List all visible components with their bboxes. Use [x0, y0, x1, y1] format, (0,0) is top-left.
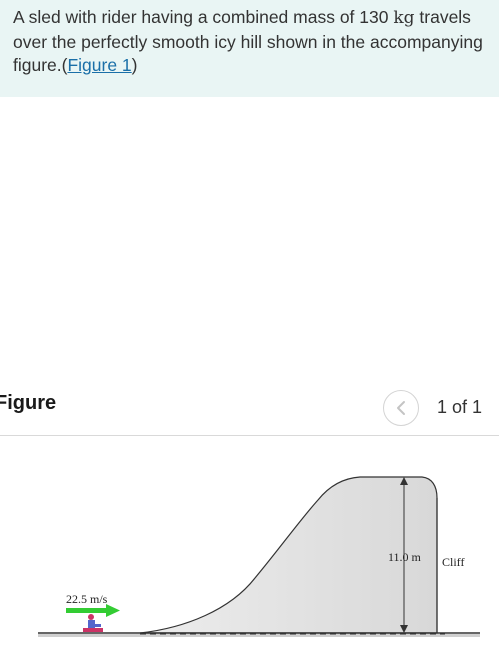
sled-rider: [83, 614, 103, 632]
mass-unit: kg: [393, 8, 415, 28]
velocity-arrow-shaft: [66, 608, 106, 613]
problem-text: A sled with rider having a combined mass…: [13, 6, 489, 78]
height-label: 11.0 m: [388, 550, 422, 564]
figure-title: Figure: [0, 392, 57, 414]
problem-statement-box: A sled with rider having a combined mass…: [0, 0, 499, 97]
hill-diagram: 11.0 m Cliff 22.5 m/s: [38, 476, 480, 637]
figure-header: Figure 1 of 1: [0, 386, 499, 436]
page-indicator: 1 of 1: [437, 397, 483, 417]
figure-link[interactable]: Figure 1: [67, 55, 131, 75]
speed-label: 22.5 m/s: [66, 592, 108, 606]
problem-text-part: ): [131, 55, 138, 75]
cliff-label: Cliff: [442, 555, 464, 569]
velocity-arrow-head: [106, 604, 120, 617]
previous-figure-button[interactable]: [383, 390, 419, 426]
problem-text-part: A sled with rider having a combined mass…: [13, 7, 394, 27]
hill-figure: 11.0 m Cliff 22.5 m/s: [0, 450, 499, 665]
chevron-left-icon: [397, 401, 405, 415]
